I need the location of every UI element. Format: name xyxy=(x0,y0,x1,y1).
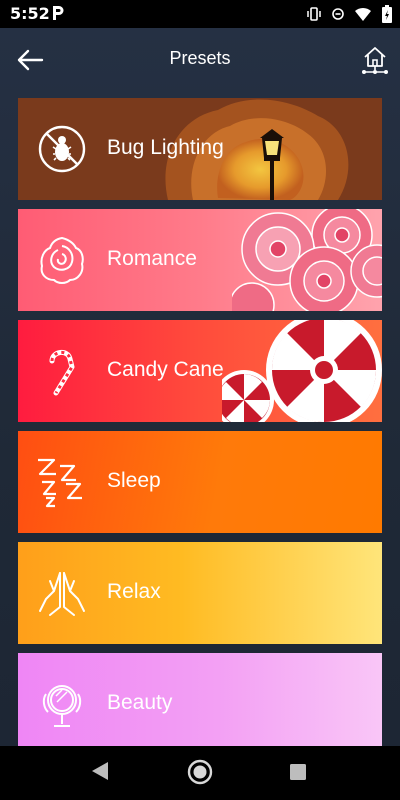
praying-hands-icon xyxy=(39,572,85,616)
preset-label: Romance xyxy=(107,247,197,270)
minus-icon xyxy=(332,8,344,20)
battery-charging-icon xyxy=(382,5,392,23)
page-title: Presets xyxy=(169,48,231,68)
roses-art xyxy=(232,209,382,311)
status-time: 5:52 xyxy=(10,4,50,23)
home-network-icon[interactable] xyxy=(360,44,390,76)
preset-romance[interactable]: Romance xyxy=(18,209,382,311)
preset-label: Beauty xyxy=(107,691,173,714)
status-icons xyxy=(306,5,392,23)
peppermint-art xyxy=(222,320,382,422)
preset-bug-lighting[interactable]: Bug Lighting xyxy=(18,98,382,200)
app-bar: Presets xyxy=(0,28,400,92)
preset-beauty[interactable]: Beauty xyxy=(18,653,382,746)
nav-home-circle-icon[interactable] xyxy=(187,759,213,785)
preset-label: Candy Cane xyxy=(107,358,224,381)
parking-app-icon xyxy=(53,6,64,20)
vanity-mirror-icon xyxy=(42,685,82,727)
preset-sleep[interactable]: Sleep xyxy=(18,431,382,533)
preset-label: Bug Lighting xyxy=(107,136,224,159)
rose-icon xyxy=(40,236,84,284)
no-bug-icon xyxy=(38,125,86,173)
system-nav-bar xyxy=(0,746,400,800)
presets-screen: Presets Bug Lighting Romance Candy Cane … xyxy=(0,28,400,746)
preset-label: Sleep xyxy=(107,469,161,492)
candy-cane-icon xyxy=(49,350,75,396)
preset-label: Relax xyxy=(107,580,161,603)
nav-back-triangle-icon[interactable] xyxy=(90,760,110,782)
preset-relax[interactable]: Relax xyxy=(18,542,382,644)
nav-recents-square-icon[interactable] xyxy=(289,763,307,781)
vibrate-icon xyxy=(307,7,321,21)
status-bar: 5:52 xyxy=(0,0,400,28)
wifi-icon xyxy=(355,7,371,21)
preset-candy-cane[interactable]: Candy Cane xyxy=(18,320,382,422)
zzz-icon xyxy=(38,458,82,508)
